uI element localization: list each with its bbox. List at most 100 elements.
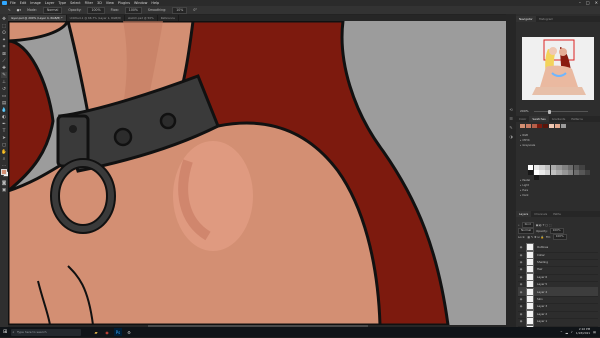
visibility-eye-icon[interactable]: ◉: [518, 290, 524, 294]
eyedropper-tool-icon[interactable]: ⟋: [1, 58, 7, 64]
browser-icon[interactable]: ◉: [103, 328, 111, 336]
rectangle-tool-icon[interactable]: ▢: [1, 142, 7, 148]
swatch[interactable]: [543, 124, 549, 128]
quick-mask-icon[interactable]: ◙: [1, 180, 7, 186]
swatch[interactable]: [560, 124, 566, 128]
lasso-tool-icon[interactable]: ʘ: [1, 30, 7, 36]
foreground-color-swatch[interactable]: [1, 169, 7, 175]
flow-field[interactable]: 100%: [124, 7, 142, 14]
swatch[interactable]: [584, 170, 591, 175]
navigator-preview[interactable]: [522, 37, 594, 100]
swatch[interactable]: [562, 165, 568, 170]
swatch[interactable]: [548, 124, 554, 128]
clock[interactable]: 2:16 PM 1/18/2021: [576, 328, 590, 335]
tab-histogram[interactable]: Histogram: [536, 16, 557, 22]
swatch[interactable]: [567, 170, 574, 175]
filter-kind-icon[interactable]: ⌕: [518, 223, 520, 227]
blur-tool-icon[interactable]: 💧: [1, 107, 7, 113]
zoom-value[interactable]: 200%: [520, 109, 529, 113]
fill-field[interactable]: 100%: [552, 234, 567, 240]
eraser-tool-icon[interactable]: ▭: [1, 93, 7, 99]
healing-brush-tool-icon[interactable]: ✚: [1, 65, 7, 71]
opacity-field[interactable]: 100%: [87, 7, 105, 14]
swatch[interactable]: [528, 170, 534, 175]
pen-tool-icon[interactable]: ✒: [1, 121, 7, 127]
visibility-eye-icon[interactable]: ◉: [518, 260, 524, 264]
swatch-group[interactable]: Dark: [520, 194, 578, 198]
smoothing-field[interactable]: 10%: [172, 7, 188, 14]
tab-color[interactable]: Color: [516, 116, 529, 122]
windows-start-icon[interactable]: ⊞: [3, 329, 7, 335]
lock-icons[interactable]: ▦ ✎ ✥ ⊡ 🔒: [527, 235, 544, 239]
swatch[interactable]: [556, 165, 562, 170]
swatch[interactable]: [554, 124, 560, 128]
history-brush-tool-icon[interactable]: ↺: [1, 86, 7, 92]
hand-tool-icon[interactable]: ✋: [1, 149, 7, 155]
swatch[interactable]: [573, 170, 579, 175]
photoshop-app-icon[interactable]: Ps: [114, 328, 122, 336]
adjustments-icon[interactable]: ◑: [508, 133, 514, 139]
more-tools-icon[interactable]: …: [1, 162, 7, 168]
swatch-group[interactable]: Pure: [520, 189, 578, 193]
history-icon[interactable]: ⟲: [508, 106, 514, 112]
tab-patterns[interactable]: Patterns: [568, 116, 586, 122]
blend-mode-dropdown[interactable]: Normal: [518, 228, 535, 234]
taskbar-search[interactable]: ⌕ Type here to search: [11, 328, 81, 336]
marquee-tool-icon[interactable]: ⬚: [1, 23, 7, 29]
swatch[interactable]: [528, 165, 534, 170]
tab-channels[interactable]: Channels: [531, 211, 550, 217]
crop-tool-icon[interactable]: ⌗: [1, 44, 7, 50]
visibility-eye-icon[interactable]: ◉: [518, 304, 524, 308]
type-tool-icon[interactable]: T: [1, 128, 7, 134]
layer-opacity-field[interactable]: 100%: [549, 228, 564, 234]
clone-stamp-tool-icon[interactable]: ⊥: [1, 79, 7, 85]
swatch[interactable]: [545, 165, 551, 170]
brush-settings-icon[interactable]: ✎: [508, 124, 514, 130]
photoshop-logo-icon[interactable]: [2, 1, 7, 5]
swatch-group[interactable]: Light: [520, 184, 578, 188]
visibility-eye-icon[interactable]: ◉: [518, 297, 524, 301]
swatch[interactable]: [545, 170, 551, 175]
kind-dropdown[interactable]: Kind: [521, 222, 534, 228]
swatch[interactable]: [520, 124, 525, 128]
visibility-eye-icon[interactable]: ◉: [518, 282, 524, 286]
brush-preset-picker-icon[interactable]: ●▾: [17, 6, 21, 14]
visibility-eye-icon[interactable]: ◉: [518, 312, 524, 316]
screen-mode-icon[interactable]: ▣: [1, 187, 7, 193]
properties-icon[interactable]: ☰: [508, 115, 514, 121]
zoom-slider-knob[interactable]: [548, 109, 551, 114]
settings-icon[interactable]: ⚙: [125, 328, 133, 336]
visibility-eye-icon[interactable]: ◉: [518, 245, 524, 249]
filter-icons[interactable]: ▣ ◐ T ▢ ⬚: [536, 223, 552, 227]
swatch[interactable]: [567, 165, 574, 170]
swatch[interactable]: [573, 165, 579, 170]
swatch[interactable]: [556, 170, 562, 175]
file-explorer-icon[interactable]: ▰: [92, 328, 100, 336]
swatch[interactable]: [537, 124, 543, 128]
notifications-icon[interactable]: ▤: [593, 330, 596, 334]
mode-dropdown[interactable]: Normal: [42, 7, 63, 14]
document-canvas[interactable]: [8, 21, 506, 325]
visibility-eye-icon[interactable]: ◉: [518, 267, 524, 271]
swatch-group[interactable]: Pastel: [520, 179, 578, 183]
swatch[interactable]: [533, 165, 540, 170]
swatch[interactable]: [579, 165, 585, 170]
network-icon[interactable]: ▂: [566, 330, 568, 334]
volume-icon[interactable]: ♪: [571, 330, 573, 334]
swatch[interactable]: [550, 165, 557, 170]
tab-gradients[interactable]: Gradients: [549, 116, 569, 122]
gradient-tool-icon[interactable]: ▤: [1, 100, 7, 106]
tab-swatches[interactable]: Swatches: [529, 116, 549, 122]
swatch[interactable]: [531, 124, 537, 128]
chevron-up-icon[interactable]: ^: [560, 330, 563, 334]
angle-field[interactable]: 0°: [193, 6, 197, 14]
swatch[interactable]: [550, 170, 557, 175]
tab-navigator[interactable]: Navigator: [516, 16, 536, 22]
swatch[interactable]: [525, 124, 531, 128]
swatch[interactable]: [584, 165, 591, 170]
quick-select-tool-icon[interactable]: ✦: [1, 37, 7, 43]
swatch-group[interactable]: RGB: [520, 134, 578, 138]
frame-tool-icon[interactable]: ⊠: [1, 51, 7, 57]
move-tool-icon[interactable]: ✥: [1, 16, 7, 22]
swatch[interactable]: [539, 165, 545, 170]
